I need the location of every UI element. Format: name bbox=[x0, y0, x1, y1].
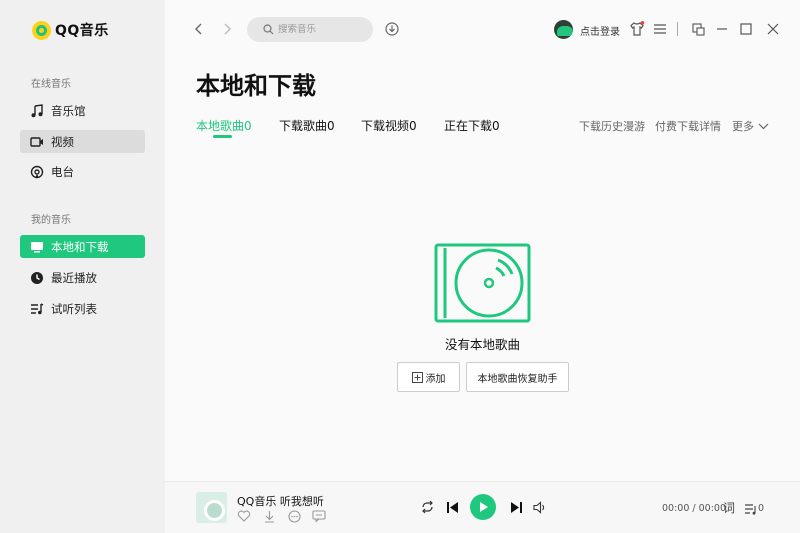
sidebar-item-label: 电台 bbox=[51, 164, 74, 179]
page-title: 本地和下载 bbox=[196, 72, 316, 100]
app-name: QQ音乐 bbox=[55, 23, 109, 39]
close-icon[interactable] bbox=[765, 21, 781, 37]
sidebar-item-video[interactable]: 视频 bbox=[20, 130, 145, 153]
avatar[interactable] bbox=[554, 20, 573, 39]
sidebar-item-local-download[interactable]: 本地和下载 bbox=[20, 235, 145, 258]
more-dropdown[interactable]: 更多 bbox=[732, 118, 769, 134]
playlist-count: 0 bbox=[758, 503, 765, 514]
paid-download-details-link[interactable]: 付费下载详情 bbox=[655, 118, 721, 134]
app-logo[interactable]: QQ音乐 bbox=[32, 20, 109, 40]
video-icon bbox=[30, 135, 44, 149]
my-music-section-title: 我的音乐 bbox=[31, 215, 71, 226]
play-icon bbox=[479, 501, 489, 513]
online-music-section-title: 在线音乐 bbox=[31, 79, 71, 90]
vinyl-record-icon bbox=[434, 243, 531, 323]
toolbar-divider bbox=[677, 22, 678, 36]
playlist-queue-icon[interactable] bbox=[743, 501, 759, 517]
tab-local-songs[interactable]: 本地歌曲0 bbox=[196, 117, 252, 134]
restore-button-label: 本地歌曲恢复助手 bbox=[477, 373, 558, 385]
login-link[interactable]: 点击登录 bbox=[580, 23, 620, 38]
restore-helper-button[interactable]: 本地歌曲恢复助手 bbox=[466, 362, 569, 392]
search-box[interactable] bbox=[247, 17, 373, 42]
sidebar-item-label: 音乐馆 bbox=[51, 103, 86, 118]
more-label: 更多 bbox=[732, 120, 754, 133]
like-heart-icon[interactable] bbox=[236, 508, 252, 524]
download-icon[interactable] bbox=[261, 508, 277, 524]
chevron-down-icon bbox=[758, 123, 769, 130]
download-history-link[interactable]: 下载历史漫游 bbox=[579, 118, 645, 134]
sidebar-item-music-hall[interactable]: 音乐馆 bbox=[20, 99, 145, 122]
sidebar-item-recent[interactable]: 最近播放 bbox=[20, 266, 145, 289]
sidebar: QQ音乐 在线音乐 音乐馆 视频 电台 我的音乐 本地和下载 最近播放 试听列表 bbox=[0, 0, 165, 533]
more-options-icon[interactable] bbox=[286, 508, 302, 524]
skin-shirt-icon[interactable] bbox=[629, 21, 645, 37]
volume-icon[interactable] bbox=[532, 499, 548, 515]
sidebar-item-trial-list[interactable]: 试听列表 bbox=[20, 297, 145, 320]
tab-downloaded-videos[interactable]: 下载视频0 bbox=[361, 117, 417, 134]
lyrics-button[interactable]: 词 bbox=[722, 499, 736, 515]
now-playing-title: QQ音乐 听我想听 bbox=[237, 495, 324, 508]
radio-icon bbox=[30, 165, 44, 179]
empty-state-text: 没有本地歌曲 bbox=[0, 334, 800, 353]
next-track-icon[interactable] bbox=[508, 499, 524, 515]
download-circle-icon[interactable] bbox=[384, 21, 400, 37]
sidebar-item-label: 本地和下载 bbox=[51, 239, 109, 254]
music-note-icon bbox=[30, 103, 44, 118]
tab-downloading[interactable]: 正在下载0 bbox=[444, 117, 500, 134]
active-tab-indicator bbox=[213, 135, 232, 138]
album-cover[interactable] bbox=[196, 492, 227, 523]
search-icon bbox=[263, 20, 274, 39]
sidebar-item-radio[interactable]: 电台 bbox=[20, 160, 145, 183]
add-button[interactable]: 添加 bbox=[397, 362, 460, 392]
menu-icon[interactable] bbox=[652, 21, 668, 37]
minimize-icon[interactable] bbox=[714, 21, 730, 37]
previous-track-icon[interactable] bbox=[444, 499, 460, 515]
clock-icon bbox=[30, 271, 44, 285]
mini-mode-icon[interactable] bbox=[690, 21, 706, 37]
sidebar-item-label: 试听列表 bbox=[51, 301, 97, 316]
sidebar-item-label: 最近播放 bbox=[51, 270, 97, 285]
comment-icon[interactable] bbox=[311, 508, 327, 524]
monitor-icon bbox=[30, 240, 44, 254]
playback-time: 00:00 / 00:00 bbox=[662, 503, 726, 514]
sidebar-item-label: 视频 bbox=[51, 134, 74, 149]
maximize-icon[interactable] bbox=[738, 21, 754, 37]
back-arrow-icon[interactable] bbox=[191, 21, 207, 37]
empty-state-label: 没有本地歌曲 bbox=[444, 337, 520, 352]
repeat-mode-icon[interactable] bbox=[419, 499, 435, 515]
playlist-icon bbox=[30, 302, 44, 316]
qq-music-logo-icon bbox=[32, 20, 51, 40]
add-button-label: 添加 bbox=[425, 373, 446, 385]
search-input[interactable] bbox=[278, 24, 368, 35]
play-button[interactable] bbox=[470, 494, 496, 520]
forward-arrow-icon[interactable] bbox=[219, 21, 235, 37]
tab-downloaded-songs[interactable]: 下载歌曲0 bbox=[279, 117, 335, 134]
plus-box-icon bbox=[411, 371, 423, 383]
